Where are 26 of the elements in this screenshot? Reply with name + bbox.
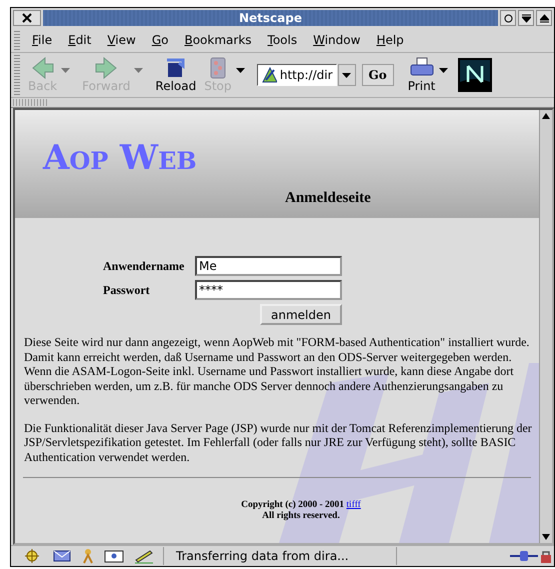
rights-text: All rights reserved. bbox=[261, 511, 341, 521]
menu-item[interactable]: Bookmarks bbox=[176, 31, 260, 49]
text-field[interactable]: Me bbox=[195, 256, 342, 276]
page-heading: Anmeldeseite bbox=[285, 190, 371, 207]
login-button[interactable]: anmelden bbox=[260, 304, 342, 325]
paragraph: Diese Seite wird nur dann angezeigt, wenn AopWeb mit "FORM-based Authentication" installiert wurde. Damit kann erreicht werden, daß Username und Passwort an den ODS-Server weitergegeben werden. Wenn die ASAM-Logon-Seite inkl. Username und Passwort installiert wurde, kann diese Angabe dort überschrieben werden, um z.B. für manche ODS Server dennoch andere Authenzierungsangaben zu verwenden. bbox=[24, 335, 530, 408]
logo: AOP WEB bbox=[43, 138, 198, 178]
menu-item[interactable]: View bbox=[99, 31, 144, 49]
menu-item[interactable]: Go bbox=[144, 31, 176, 49]
link[interactable]: tifff bbox=[346, 500, 361, 510]
menu-item[interactable]: Help bbox=[368, 31, 412, 49]
window-title: Netscape bbox=[43, 10, 498, 26]
menu-item[interactable]: Edit bbox=[60, 31, 100, 49]
print-button[interactable]: Print bbox=[404, 56, 440, 94]
copyright-text: Copyright (c) 2000 - 2001 tifff bbox=[241, 500, 361, 510]
menu-item[interactable]: Tools bbox=[260, 31, 306, 49]
address-field[interactable]: http://dir bbox=[256, 64, 337, 86]
menu-item[interactable]: Window bbox=[305, 31, 368, 49]
field-label: Passwort bbox=[103, 282, 151, 298]
reload-button[interactable]: Reload bbox=[151, 56, 200, 94]
text-field[interactable]: **** bbox=[195, 280, 342, 300]
menu-item[interactable]: File bbox=[24, 31, 60, 49]
paragraph: Die Funktionalität dieser Java Server Page (JSP) wurde nur mit der Tomcat Referenzimplementierung der JSP/Servletspezifikation getestet. Im Fehlerfall (oder falls nur JRE zur Verfügung steht), sollte BASIC Authentication verwendet werden. bbox=[24, 420, 533, 464]
field-label: Anwendername bbox=[103, 258, 186, 274]
status-text: Transferring data from dira... bbox=[166, 547, 397, 565]
go-button[interactable]: Go bbox=[362, 64, 394, 86]
